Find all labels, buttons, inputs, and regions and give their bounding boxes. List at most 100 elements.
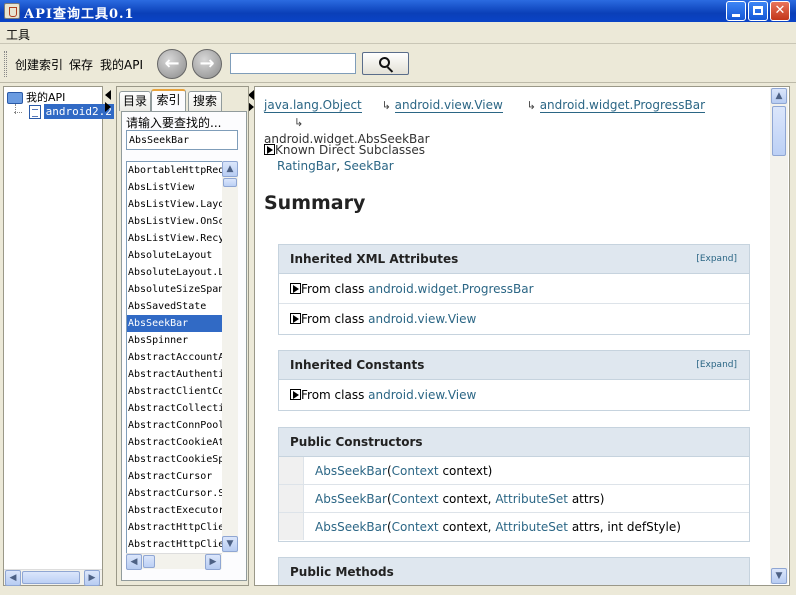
index-list-item[interactable]: AbstractCookieSpec: [127, 451, 222, 468]
index-list-item[interactable]: AbstractConnPool: [127, 417, 222, 434]
index-list-item[interactable]: AbsoluteLayout: [127, 247, 222, 264]
scroll-down-icon[interactable]: ▼: [222, 536, 238, 552]
scroll-left-icon[interactable]: ◀: [5, 570, 21, 586]
index-search-input[interactable]: [126, 130, 238, 150]
subclass-link[interactable]: RatingBar: [277, 159, 336, 173]
index-list-item[interactable]: AbstractCursor.SelfContentObserver: [127, 485, 222, 502]
tree-node-root[interactable]: 我的API: [7, 89, 65, 105]
index-list-item[interactable]: AbsoluteLayout.LayoutParams: [127, 264, 222, 281]
back-arrow-icon: ←: [164, 53, 180, 74]
index-list-item[interactable]: AbstractClientConnAdapter: [127, 383, 222, 400]
back-button[interactable]: ←: [157, 49, 187, 79]
scroll-thumb[interactable]: [772, 106, 786, 156]
menu-bar: 工具: [0, 22, 796, 44]
class-link[interactable]: android.widget.ProgressBar: [368, 282, 533, 296]
forward-button[interactable]: →: [192, 49, 222, 79]
search-button[interactable]: [362, 52, 409, 75]
index-hscrollbar[interactable]: ◀ ▶: [126, 553, 222, 570]
minimize-button[interactable]: [726, 1, 746, 21]
index-list-item[interactable]: AbstractAuthenticationHandler: [127, 366, 222, 383]
scroll-up-icon[interactable]: ▲: [771, 88, 787, 104]
title-bar[interactable]: API查询工具0.1 ✕: [0, 0, 796, 22]
index-vscrollbar[interactable]: ▲ ▼: [222, 161, 238, 553]
inherited-row: From class android.view.View: [279, 380, 749, 410]
scroll-up-icon[interactable]: ▲: [222, 161, 238, 177]
index-list-item[interactable]: AbsListView.OnScrollListener: [127, 213, 222, 230]
scroll-thumb[interactable]: [22, 571, 80, 584]
constructor-link[interactable]: AbsSeekBar: [315, 492, 387, 506]
index-list-item[interactable]: AbstractExecutorService: [127, 502, 222, 519]
inherit-link-progressbar[interactable]: android.widget.ProgressBar: [539, 98, 706, 113]
scroll-left-icon[interactable]: ◀: [126, 554, 142, 570]
type-link[interactable]: AttributeSet: [495, 520, 568, 534]
index-list-item[interactable]: AbsSeekBar: [127, 315, 222, 332]
tree-hscrollbar[interactable]: ◀ ▶: [4, 569, 102, 586]
index-list-item[interactable]: AbstractCursor: [127, 468, 222, 485]
constructor-row: AbsSeekBar(Context context, AttributeSet…: [279, 485, 749, 513]
api-tree: 我的API android2.2 ◀ ▶: [3, 86, 114, 586]
index-prompt: 请输入要查找的...: [126, 116, 222, 130]
known-subclasses: Known Direct Subclasses: [264, 143, 425, 157]
splitter-right-icon[interactable]: [105, 102, 111, 112]
save-button[interactable]: 保存: [69, 56, 93, 73]
section-constants: Inherited Constants [Expand] From class …: [278, 350, 750, 411]
index-list-item[interactable]: AbortableHttpRequest: [127, 162, 222, 179]
constructor-link[interactable]: AbsSeekBar: [315, 464, 387, 478]
tab-contents[interactable]: 目录: [119, 91, 151, 111]
constructor-link[interactable]: AbsSeekBar: [315, 520, 387, 534]
search-input[interactable]: [230, 53, 356, 74]
type-link[interactable]: Context: [392, 464, 439, 478]
tree-node-android[interactable]: android2.2: [14, 104, 114, 119]
java-app-icon: [4, 3, 20, 19]
index-list-item[interactable]: AbsListView.LayoutParams: [127, 196, 222, 213]
expand-triangle-icon[interactable]: [290, 389, 301, 400]
close-button[interactable]: ✕: [770, 1, 790, 21]
section-title: Public Methods: [290, 565, 394, 579]
my-api-button[interactable]: 我的API: [100, 56, 143, 73]
index-list-item[interactable]: AbsListView.RecyclerListener: [127, 230, 222, 247]
maximize-icon: [753, 6, 763, 15]
tab-search[interactable]: 搜索: [188, 91, 222, 111]
expand-link[interactable]: [Expand]: [696, 351, 737, 380]
index-list-item[interactable]: AbsSavedState: [127, 298, 222, 315]
scroll-down-icon[interactable]: ▼: [771, 568, 787, 584]
scroll-thumb[interactable]: [223, 178, 237, 187]
create-index-button[interactable]: 创建索引: [15, 56, 63, 73]
inherit-link-view[interactable]: android.view.View: [394, 98, 503, 113]
type-link[interactable]: Context: [392, 492, 439, 506]
index-list-item[interactable]: AbstractAccountAuthenticator: [127, 349, 222, 366]
index-list-item[interactable]: AbsListView: [127, 179, 222, 196]
scroll-right-icon[interactable]: ▶: [205, 554, 221, 570]
toolbar-grip[interactable]: [4, 51, 7, 77]
expand-link[interactable]: [Expand]: [696, 245, 737, 274]
index-list-item[interactable]: AbstractHttpClient: [127, 536, 222, 553]
summary-heading: Summary: [264, 192, 366, 214]
inheritance-chain: java.lang.Object ↳ android.view.View ↳ a…: [264, 98, 706, 146]
expand-triangle-icon[interactable]: [264, 144, 275, 155]
class-link[interactable]: android.view.View: [368, 388, 476, 402]
index-list-item[interactable]: AbsoluteSizeSpan: [127, 281, 222, 298]
splitter-left-icon[interactable]: [105, 90, 111, 100]
window-title: API查询工具0.1: [24, 7, 135, 22]
expand-triangle-icon[interactable]: [290, 283, 301, 294]
section-constructors: Public Constructors AbsSeekBar(Context c…: [278, 427, 750, 542]
subclass-link[interactable]: SeekBar: [344, 159, 394, 173]
doc-vscrollbar[interactable]: ▲ ▼: [770, 88, 788, 584]
expand-triangle-icon[interactable]: [290, 313, 301, 324]
menu-tools[interactable]: 工具: [6, 26, 30, 43]
index-list-item[interactable]: AbstractCookieAttributeHandler: [127, 434, 222, 451]
index-list-item[interactable]: AbstractCollection: [127, 400, 222, 417]
inherit-link-object[interactable]: java.lang.Object: [264, 98, 362, 113]
constructor-row: AbsSeekBar(Context context): [279, 457, 749, 485]
index-list-item[interactable]: AbsSpinner: [127, 332, 222, 349]
maximize-button[interactable]: [748, 1, 768, 21]
type-link[interactable]: Context: [392, 520, 439, 534]
scroll-thumb[interactable]: [143, 555, 155, 568]
section-title: Inherited XML Attributes: [290, 252, 459, 266]
tab-index[interactable]: 索引: [151, 89, 186, 112]
index-list-item[interactable]: AbstractHttpClientConnection: [127, 519, 222, 536]
inherited-row: From class android.view.View: [279, 304, 749, 334]
type-link[interactable]: AttributeSet: [495, 492, 568, 506]
class-link[interactable]: android.view.View: [368, 312, 476, 326]
scroll-right-icon[interactable]: ▶: [84, 570, 100, 586]
